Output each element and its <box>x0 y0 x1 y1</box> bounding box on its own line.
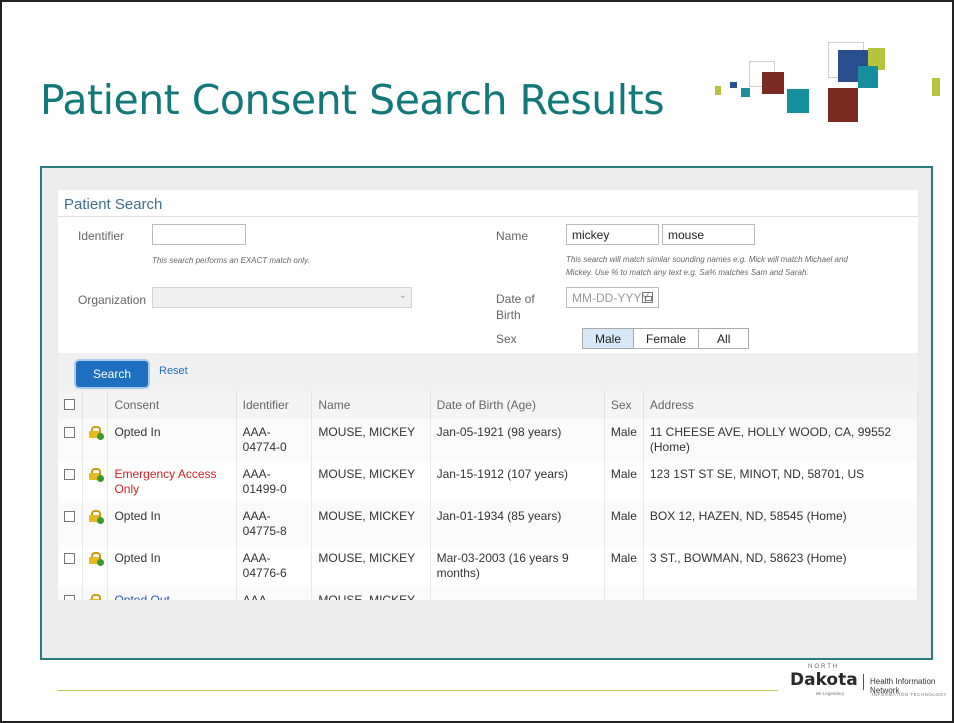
name-hint-line2: Mickey. Use % to match any text e.g. Sa%… <box>566 268 809 277</box>
dob-cell <box>430 587 605 600</box>
consent-cell: Opted In <box>107 503 237 545</box>
dob-placeholder: MM-DD-YYYY <box>572 291 650 305</box>
row-checkbox[interactable] <box>64 595 75 600</box>
dob-cell: Jan-01-1934 (85 years) <box>430 503 605 545</box>
header-divider <box>58 216 918 217</box>
table-row[interactable]: Emergency Access Only AAA-01499-0 MOUSE,… <box>58 461 918 503</box>
consent-cell: Opted In <box>107 545 237 587</box>
table-row[interactable]: Opted In AAA-04774-0 MOUSE, MICKEY Jan-0… <box>58 419 918 461</box>
column-header-address[interactable]: Address <box>643 391 918 419</box>
sex-cell: Male <box>604 503 644 545</box>
select-all-checkbox[interactable] <box>64 399 75 410</box>
name-cell: MOUSE, MICKEY <box>311 545 431 587</box>
identifier-cell: AAA-04776-6 <box>236 545 313 587</box>
column-header-sex[interactable]: Sex <box>604 391 644 419</box>
column-header-consent[interactable]: Consent <box>107 391 237 419</box>
organization-select[interactable]: ⌄ <box>152 287 412 308</box>
identifier-hint: This search performs an EXACT match only… <box>152 256 310 265</box>
last-name-input[interactable]: mouse <box>662 224 755 245</box>
logo-dakota-text: Dakota <box>790 670 858 690</box>
name-cell: MOUSE, MICKEY <box>311 461 431 503</box>
identifier-cell: AAA-04775-8 <box>236 503 313 545</box>
table-row[interactable]: Opted In AAA-04775-8 MOUSE, MICKEY Jan-0… <box>58 503 918 545</box>
name-hint-line1: This search will match similar sounding … <box>566 255 848 264</box>
table-row[interactable]: Opted Out AAA-02263-1 MOUSE, MICKEY <box>58 587 918 600</box>
lock-icon <box>89 594 102 600</box>
address-cell: 3 ST., BOWMAN, ND, 58623 (Home) <box>643 545 918 587</box>
screenshot-panel: Patient Search Identifier This search pe… <box>40 166 933 660</box>
row-checkbox[interactable] <box>64 427 75 438</box>
dob-label: Date of Birth <box>496 291 535 323</box>
sex-option-all[interactable]: All <box>699 329 749 348</box>
dob-cell: Mar-03-2003 (16 years 9 months) <box>430 545 605 587</box>
select-all-cell <box>58 391 84 419</box>
column-header-dob[interactable]: Date of Birth (Age) <box>430 391 605 419</box>
sex-cell: Male <box>604 419 644 461</box>
first-name-input[interactable]: mickey <box>566 224 659 245</box>
slide-title: Patient Consent Search Results <box>40 76 665 124</box>
lock-plus-icon <box>89 426 105 440</box>
identifier-cell: AAA-02263-1 <box>236 587 313 600</box>
name-cell: MOUSE, MICKEY <box>311 587 431 600</box>
slide: Patient Consent Search Results Patient S… <box>0 0 954 723</box>
sex-label: Sex <box>496 332 517 346</box>
address-cell: 123 1ST ST SE, MINOT, ND, 58701, US <box>643 461 918 503</box>
patient-search-panel: Patient Search Identifier This search pe… <box>58 190 918 600</box>
row-checkbox[interactable] <box>64 553 75 564</box>
consent-cell: Emergency Access Only <box>107 461 237 503</box>
lock-plus-icon <box>89 468 105 482</box>
organization-label: Organization <box>78 293 147 307</box>
sex-cell <box>604 587 644 600</box>
address-cell <box>643 587 918 600</box>
identifier-input[interactable] <box>152 224 246 245</box>
action-bar: Search Reset <box>58 353 918 391</box>
sex-option-female[interactable]: Female <box>634 329 700 348</box>
logo-separator <box>863 674 864 690</box>
lock-plus-icon <box>89 552 105 566</box>
calendar-icon[interactable] <box>642 292 653 303</box>
name-cell: MOUSE, MICKEY <box>311 503 431 545</box>
dob-cell: Jan-15-1912 (107 years) <box>430 461 605 503</box>
address-cell: 11 CHEESE AVE, HOLLY WOOD, CA, 99552 (Ho… <box>643 419 918 461</box>
sex-toggle-group: Male Female All <box>582 328 750 349</box>
row-checkbox[interactable] <box>64 511 75 522</box>
column-header-identifier[interactable]: Identifier <box>236 391 313 419</box>
results-table: Consent Identifier Name Date of Birth (A… <box>58 391 918 600</box>
name-label: Name <box>496 229 529 243</box>
logo-tagline: Be Legendary. <box>816 691 845 696</box>
address-cell: BOX 12, HAZEN, ND, 58545 (Home) <box>643 503 918 545</box>
lock-plus-icon <box>89 510 105 524</box>
patient-search-title: Patient Search <box>64 196 163 213</box>
table-row[interactable]: Opted In AAA-04776-6 MOUSE, MICKEY Mar-0… <box>58 545 918 587</box>
chevron-down-icon: ⌄ <box>398 290 407 301</box>
name-cell: MOUSE, MICKEY <box>311 419 431 461</box>
sex-cell: Male <box>604 461 644 503</box>
row-checkbox[interactable] <box>64 469 75 480</box>
consent-cell: Opted Out <box>107 587 237 600</box>
table-header-row: Consent Identifier Name Date of Birth (A… <box>58 391 918 419</box>
identifier-cell: AAA-04774-0 <box>236 419 313 461</box>
lock-header <box>82 391 109 419</box>
search-button[interactable]: Search <box>76 361 148 387</box>
sex-cell: Male <box>604 545 644 587</box>
dob-cell: Jan-05-1921 (98 years) <box>430 419 605 461</box>
logo-it-text: INFORMATION TECHNOLOGY <box>872 692 947 697</box>
dob-label-line2: Birth <box>496 308 521 322</box>
dob-label-line1: Date of <box>496 292 535 306</box>
sex-option-male[interactable]: Male <box>583 329 635 348</box>
name-hint: This search will match similar sounding … <box>566 253 848 279</box>
reset-link[interactable]: Reset <box>159 365 188 377</box>
dob-input[interactable]: MM-DD-YYYY <box>566 287 659 308</box>
footer-divider <box>58 690 778 691</box>
column-header-name[interactable]: Name <box>311 391 431 419</box>
identifier-label: Identifier <box>78 229 125 243</box>
identifier-cell: AAA-01499-0 <box>236 461 313 503</box>
consent-cell: Opted In <box>107 419 237 461</box>
